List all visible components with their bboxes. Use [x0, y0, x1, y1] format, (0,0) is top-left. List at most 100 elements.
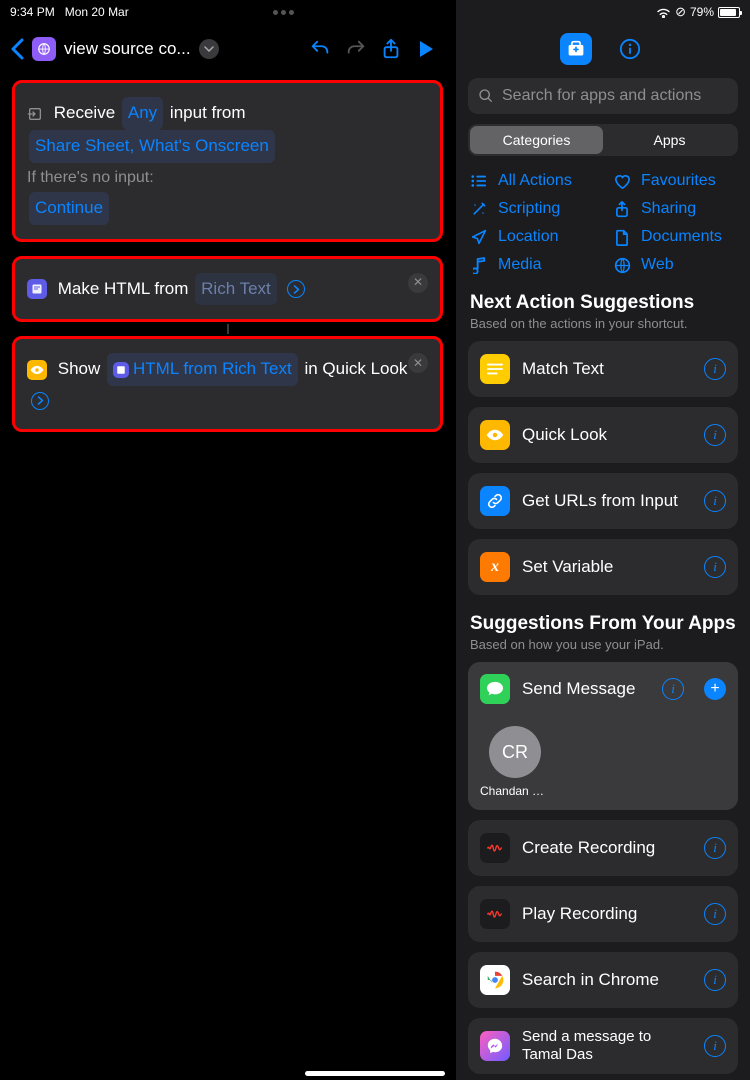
disclosure-icon-2[interactable] — [31, 392, 49, 410]
battery-percent: 79% — [690, 5, 714, 19]
shortcut-title[interactable]: view source co... — [64, 39, 191, 59]
cat-favourites[interactable]: Favourites — [613, 172, 736, 190]
wand-icon — [470, 201, 488, 217]
show-quicklook-block[interactable]: Show HTML from Rich Text in Quick Look ✕ — [12, 336, 443, 432]
multitask-dots[interactable] — [129, 10, 439, 15]
voice-memos-icon-2 — [480, 899, 510, 929]
seg-categories[interactable]: Categories — [470, 126, 603, 154]
add-suggestion-button[interactable]: + — [704, 678, 726, 700]
sug-match-text[interactable]: Match Text i — [468, 341, 738, 397]
undo-button[interactable] — [309, 38, 337, 60]
battery-icon — [718, 7, 740, 18]
sug-play-recording[interactable]: Play Recording i — [468, 886, 738, 942]
input-type-token[interactable]: Any — [122, 97, 163, 130]
redo-button — [345, 38, 373, 60]
search-icon — [478, 88, 494, 104]
status-bar-right: ⊘ 79% — [456, 0, 750, 24]
cat-scripting[interactable]: Scripting — [470, 200, 593, 218]
title-menu-chevron[interactable] — [199, 39, 219, 59]
sug-quick-look[interactable]: Quick Look i — [468, 407, 738, 463]
info-icon[interactable]: i — [704, 1035, 726, 1057]
receive-input-block[interactable]: Receive Any input from Share Sheet, What… — [12, 80, 443, 242]
richtext-small-icon — [113, 362, 129, 378]
quicklook-icon — [27, 360, 47, 380]
info-icon[interactable]: i — [704, 837, 726, 859]
share-button[interactable] — [381, 38, 409, 60]
cat-all-actions[interactable]: All Actions — [470, 172, 593, 190]
contact-name: Chandan R... — [480, 784, 550, 798]
apps-heading: Suggestions From Your Apps — [456, 595, 750, 637]
receive-icon — [27, 106, 43, 122]
sug-get-urls[interactable]: Get URLs from Input i — [468, 473, 738, 529]
make-html-text: Make HTML from — [58, 279, 189, 298]
input-source-token[interactable]: Share Sheet, What's Onscreen — [29, 130, 275, 163]
delete-block-button-2[interactable]: ✕ — [408, 353, 428, 373]
cat-web[interactable]: Web — [613, 256, 736, 274]
rotation-lock-icon: ⊘ — [675, 4, 686, 20]
segmented-control[interactable]: Categories Apps — [468, 124, 738, 156]
messages-icon — [480, 674, 510, 704]
status-time: 9:34 PM — [10, 5, 55, 19]
search-placeholder: Search for apps and actions — [502, 87, 701, 105]
back-button[interactable] — [10, 38, 24, 60]
no-input-action-token[interactable]: Continue — [29, 192, 109, 225]
chrome-icon — [480, 965, 510, 995]
right-toolbar — [456, 24, 750, 74]
info-icon[interactable]: i — [704, 490, 726, 512]
run-button[interactable] — [417, 39, 445, 59]
show-text-2: in Quick Look — [304, 359, 407, 378]
action-library-button[interactable] — [560, 33, 592, 65]
shortcut-color-icon[interactable] — [32, 37, 56, 61]
info-icon[interactable]: i — [704, 424, 726, 446]
globe-icon — [613, 257, 631, 274]
no-input-label: If there's no input: — [27, 169, 154, 186]
cat-location[interactable]: Location — [470, 228, 593, 246]
location-icon — [470, 229, 488, 245]
shortcut-info-button[interactable] — [614, 33, 646, 65]
status-bar: 9:34 PM Mon 20 Mar x — [0, 0, 455, 24]
contact-suggestion[interactable]: CR Chandan R... — [480, 726, 550, 798]
apps-sub: Based on how you use your iPad. — [456, 637, 750, 662]
quicklook-sug-icon — [480, 420, 510, 450]
receive-text-2: input from — [170, 103, 246, 122]
info-icon[interactable]: i — [662, 678, 684, 700]
sug-create-recording[interactable]: Create Recording i — [468, 820, 738, 876]
make-html-block[interactable]: Make HTML from Rich Text ✕ — [12, 256, 443, 323]
wifi-icon — [656, 7, 671, 18]
share-up-icon — [613, 201, 631, 218]
info-icon[interactable]: i — [704, 969, 726, 991]
sug-send-message[interactable]: Send Message i + CR Chandan R... — [468, 662, 738, 810]
show-text-1: Show — [58, 359, 101, 378]
voice-memos-icon — [480, 833, 510, 863]
cat-sharing[interactable]: Sharing — [613, 200, 736, 218]
receive-text-1: Receive — [54, 103, 115, 122]
music-icon — [470, 257, 488, 274]
variable-icon: x — [480, 552, 510, 582]
next-actions-heading: Next Action Suggestions — [456, 274, 750, 316]
nav-bar: view source co... — [0, 24, 455, 74]
list-icon — [470, 174, 488, 188]
match-text-icon — [480, 354, 510, 384]
richtext-icon — [27, 279, 47, 299]
sug-set-variable[interactable]: x Set Variable i — [468, 539, 738, 595]
delete-block-button[interactable]: ✕ — [408, 273, 428, 293]
sug-send-messenger[interactable]: Send a message toTamal Das i — [468, 1018, 738, 1074]
cat-media[interactable]: Media — [470, 256, 593, 274]
quicklook-source-token[interactable]: HTML from Rich Text — [107, 353, 298, 386]
info-icon[interactable]: i — [704, 556, 726, 578]
contact-avatar: CR — [489, 726, 541, 778]
search-field[interactable]: Search for apps and actions — [468, 78, 738, 114]
disclosure-icon[interactable] — [287, 280, 305, 298]
info-icon[interactable]: i — [704, 358, 726, 380]
next-actions-sub: Based on the actions in your shortcut. — [456, 316, 750, 341]
heart-icon — [613, 174, 631, 189]
block-connector — [227, 324, 229, 334]
cat-documents[interactable]: Documents — [613, 228, 736, 246]
home-indicator[interactable] — [305, 1071, 445, 1076]
messenger-label: Send a message toTamal Das — [522, 1028, 692, 1064]
make-html-source-token[interactable]: Rich Text — [195, 273, 277, 306]
sug-search-chrome[interactable]: Search in Chrome i — [468, 952, 738, 1008]
link-icon — [480, 486, 510, 516]
seg-apps[interactable]: Apps — [603, 126, 736, 154]
info-icon[interactable]: i — [704, 903, 726, 925]
